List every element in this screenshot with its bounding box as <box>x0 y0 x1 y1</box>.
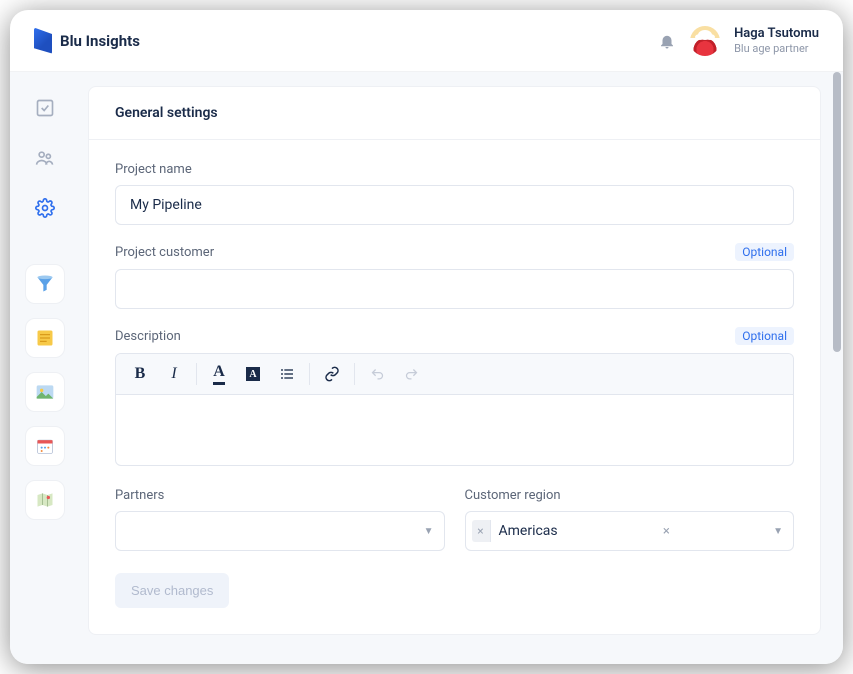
settings-panel: General settings Project name Project cu… <box>88 86 821 635</box>
sidebar-tool-map[interactable] <box>25 480 65 520</box>
brand-logo-icon <box>34 28 52 54</box>
sidebar <box>10 72 80 664</box>
user-subtitle: Blu age partner <box>734 42 819 55</box>
sidebar-tool-calendar[interactable] <box>25 426 65 466</box>
avatar[interactable] <box>690 26 720 56</box>
italic-button[interactable]: I <box>158 358 190 390</box>
checkbox-icon <box>35 98 55 118</box>
chevron-down-icon: ▼ <box>773 526 783 537</box>
project-customer-label: Project customer <box>115 245 214 260</box>
brand[interactable]: Blu Insights <box>34 28 140 54</box>
partners-select[interactable]: ▼ <box>115 511 445 551</box>
optional-badge: Optional <box>735 243 794 261</box>
bell-icon[interactable] <box>658 32 676 50</box>
project-name-label: Project name <box>115 162 192 177</box>
sidebar-item-team[interactable] <box>27 140 63 176</box>
redo-button[interactable] <box>395 358 427 390</box>
user-name: Haga Tsutomu <box>734 26 819 42</box>
undo-button[interactable] <box>361 358 393 390</box>
sidebar-tool-images[interactable] <box>25 372 65 412</box>
optional-badge: Optional <box>735 327 794 345</box>
customer-region-select[interactable]: × Americas × ▼ <box>465 511 795 551</box>
sidebar-item-settings[interactable] <box>27 190 63 226</box>
chevron-down-icon: ▼ <box>424 526 434 537</box>
partners-label: Partners <box>115 488 164 503</box>
description-editor: B I A A <box>115 353 794 466</box>
customer-region-label: Customer region <box>465 488 561 503</box>
app-window: Blu Insights Haga Tsutomu Blu age partne… <box>10 10 843 664</box>
map-icon <box>35 490 55 510</box>
project-name-input[interactable] <box>115 185 794 225</box>
page-title: General settings <box>89 87 820 140</box>
text-color-button[interactable]: A <box>203 358 235 390</box>
user-block[interactable]: Haga Tsutomu Blu age partner <box>734 26 819 55</box>
note-icon <box>35 328 55 348</box>
undo-icon <box>370 367 385 382</box>
sidebar-tool-funnel[interactable] <box>25 264 65 304</box>
sidebar-item-checklist[interactable] <box>27 90 63 126</box>
list-button[interactable] <box>271 358 303 390</box>
calendar-icon <box>35 436 55 456</box>
funnel-icon <box>35 274 55 294</box>
list-icon <box>279 366 295 382</box>
scrollbar[interactable] <box>833 72 841 352</box>
clear-select-icon[interactable]: × <box>663 524 670 539</box>
chip-remove-icon[interactable]: × <box>472 520 490 542</box>
description-label: Description <box>115 329 181 344</box>
project-customer-input[interactable] <box>115 269 794 309</box>
description-textarea[interactable] <box>116 395 793 465</box>
highlight-button[interactable]: A <box>237 358 269 390</box>
redo-icon <box>404 367 419 382</box>
region-chip-text: Americas <box>490 520 568 542</box>
bold-button[interactable]: B <box>124 358 156 390</box>
image-icon <box>35 382 55 402</box>
gear-icon <box>35 198 55 218</box>
main-content: General settings Project name Project cu… <box>80 72 843 664</box>
region-chip: × Americas <box>472 520 568 542</box>
sidebar-tool-notes[interactable] <box>25 318 65 358</box>
save-button[interactable]: Save changes <box>115 573 229 608</box>
link-button[interactable] <box>316 358 348 390</box>
people-icon <box>35 148 55 168</box>
editor-toolbar: B I A A <box>116 354 793 395</box>
brand-name: Blu Insights <box>60 32 140 50</box>
topbar: Blu Insights Haga Tsutomu Blu age partne… <box>10 10 843 72</box>
link-icon <box>324 366 340 382</box>
